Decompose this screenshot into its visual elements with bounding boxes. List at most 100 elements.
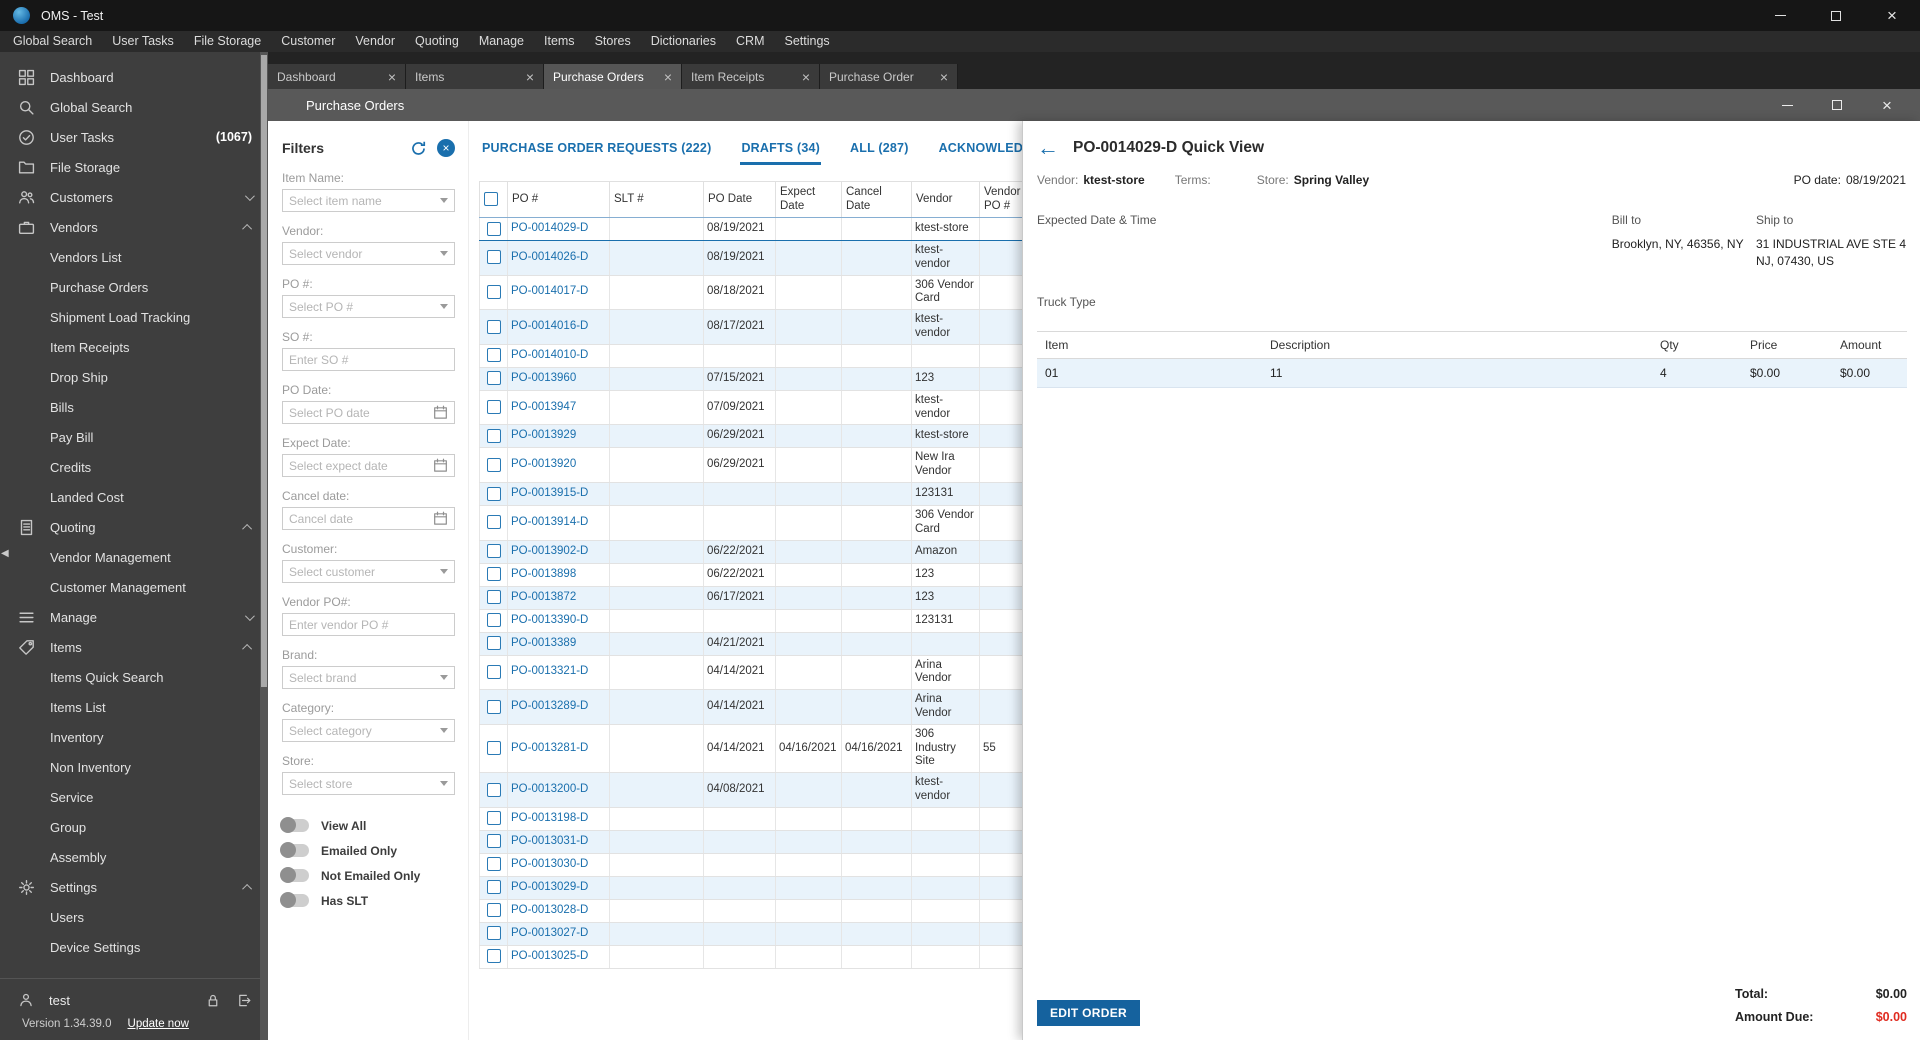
po-number-link[interactable]: PO-0013929 <box>511 429 576 441</box>
sidebar-item-non-inventory[interactable]: Non Inventory <box>0 752 268 782</box>
menu-items[interactable]: Items <box>534 31 585 52</box>
sidebar-item-items[interactable]: Items <box>0 632 268 662</box>
calendar-icon[interactable] <box>433 458 448 473</box>
sidebar-item-assembly[interactable]: Assembly <box>0 842 268 872</box>
menu-global-search[interactable]: Global Search <box>3 31 102 52</box>
calendar-icon[interactable] <box>433 511 448 526</box>
tab-purchase-orders[interactable]: Purchase Orders × <box>544 64 682 89</box>
toggle-switch-icon[interactable] <box>280 817 309 833</box>
po-number-link[interactable]: PO-0014010-D <box>511 349 588 361</box>
sidebar-item-file-storage[interactable]: File Storage <box>0 152 268 182</box>
filter-input-cancel-date[interactable] <box>289 511 429 526</box>
subwindow-close-button[interactable]: × <box>1862 89 1912 121</box>
sidebar-item-shipment-load-tracking[interactable]: Shipment Load Tracking <box>0 302 268 332</box>
filter-input-expect-date[interactable] <box>289 458 429 473</box>
filter-input-category[interactable] <box>289 723 436 738</box>
toggle-switch-icon[interactable] <box>280 842 309 858</box>
row-checkbox[interactable] <box>486 811 501 826</box>
toggle-not-emailed-only[interactable]: Not Emailed Only <box>280 863 455 888</box>
menu-file-storage[interactable]: File Storage <box>184 31 271 52</box>
column-header-slt[interactable]: SLT # <box>609 181 704 218</box>
row-checkbox[interactable] <box>486 903 501 918</box>
maximize-button[interactable] <box>1808 0 1864 31</box>
row-checkbox[interactable] <box>486 926 501 941</box>
sidebar-item-user-tasks[interactable]: User Tasks (1067) <box>0 122 268 152</box>
po-number-link[interactable]: PO-0013898 <box>511 568 576 580</box>
row-checkbox[interactable] <box>486 636 501 651</box>
tab-close-icon[interactable]: × <box>934 69 948 85</box>
clear-filters-icon[interactable]: × <box>437 139 455 157</box>
filter-input-vendor-po[interactable] <box>289 617 448 632</box>
po-number-link[interactable]: PO-0013390-D <box>511 614 588 626</box>
logout-icon[interactable] <box>236 993 252 1008</box>
sidebar-scrollbar-thumb[interactable] <box>261 55 267 688</box>
toggle-emailed-only[interactable]: Emailed Only <box>280 838 455 863</box>
sidebar-item-vendor-management[interactable]: Vendor Management <box>0 542 268 572</box>
close-button[interactable]: × <box>1864 0 1920 31</box>
row-checkbox[interactable] <box>486 284 501 299</box>
filter-input-vendor[interactable] <box>289 246 436 261</box>
row-checkbox[interactable] <box>486 949 501 964</box>
po-number-link[interactable]: PO-0013960 <box>511 372 576 384</box>
filter-input-brand[interactable] <box>289 670 436 685</box>
tab-close-icon[interactable]: × <box>796 69 810 85</box>
filter-input-customer[interactable] <box>289 564 436 579</box>
row-checkbox[interactable] <box>486 834 501 849</box>
toggle-switch-icon[interactable] <box>280 892 309 908</box>
sidebar-item-users[interactable]: Users <box>0 902 268 932</box>
po-number-link[interactable]: PO-0013198-D <box>511 812 588 824</box>
back-arrow-icon[interactable]: ← <box>1037 137 1059 159</box>
row-checkbox[interactable] <box>486 544 501 559</box>
calendar-icon[interactable] <box>433 405 448 420</box>
row-checkbox[interactable] <box>486 613 501 628</box>
filter-expect-date-input[interactable] <box>282 454 455 477</box>
sidebar-item-settings[interactable]: Settings <box>0 872 268 902</box>
filter-store-input[interactable] <box>282 772 455 795</box>
row-checkbox[interactable] <box>486 699 501 714</box>
column-header-cancel-date[interactable]: Cancel Date <box>841 181 912 218</box>
po-number-link[interactable]: PO-0013289-D <box>511 700 588 712</box>
filter-input-po-date[interactable] <box>289 405 429 420</box>
toggle-switch-icon[interactable] <box>280 867 309 883</box>
row-checkbox[interactable] <box>486 857 501 872</box>
filter-category-input[interactable] <box>282 719 455 742</box>
po-tab-purchase-order-requests-222[interactable]: PURCHASE ORDER REQUESTS (222) <box>481 135 712 165</box>
tab-close-icon[interactable]: × <box>382 69 396 85</box>
sidebar-item-customer-management[interactable]: Customer Management <box>0 572 268 602</box>
filter-po-date-input[interactable] <box>282 401 455 424</box>
row-checkbox[interactable] <box>486 664 501 679</box>
po-number-link[interactable]: PO-0013872 <box>511 591 576 603</box>
filter-customer-input[interactable] <box>282 560 455 583</box>
column-header-po-date[interactable]: PO Date <box>703 181 776 218</box>
filter-vendor-input[interactable] <box>282 242 455 265</box>
tab-item-receipts[interactable]: Item Receipts × <box>682 64 820 89</box>
row-checkbox[interactable] <box>486 486 501 501</box>
po-tab-drafts-34[interactable]: DRAFTS (34) <box>740 135 822 165</box>
row-checkbox[interactable] <box>486 782 501 797</box>
row-checkbox[interactable] <box>486 428 501 443</box>
sidebar-item-quoting[interactable]: Quoting <box>0 512 268 542</box>
sidebar-item-device-settings[interactable]: Device Settings <box>0 932 268 962</box>
menu-manage[interactable]: Manage <box>469 31 534 52</box>
tab-items[interactable]: Items × <box>406 64 544 89</box>
sidebar-scrollbar[interactable] <box>260 52 268 1040</box>
column-header-po[interactable]: PO # <box>507 181 610 218</box>
menu-vendor[interactable]: Vendor <box>345 31 405 52</box>
row-checkbox[interactable] <box>486 400 501 415</box>
menu-customer[interactable]: Customer <box>271 31 345 52</box>
po-number-link[interactable]: PO-0013031-D <box>511 835 588 847</box>
sidebar-item-global-search[interactable]: Global Search <box>0 92 268 122</box>
row-checkbox[interactable] <box>486 371 501 386</box>
po-number-link[interactable]: PO-0013028-D <box>511 904 588 916</box>
column-header-expect-date[interactable]: Expect Date <box>775 181 842 218</box>
update-now-link[interactable]: Update now <box>128 1018 189 1030</box>
po-number-link[interactable]: PO-0013920 <box>511 458 576 470</box>
filter-input-po[interactable] <box>289 299 436 314</box>
tab-close-icon[interactable]: × <box>520 69 534 85</box>
filter-item-name-input[interactable] <box>282 189 455 212</box>
po-number-link[interactable]: PO-0014016-D <box>511 320 588 332</box>
edit-order-button[interactable]: EDIT ORDER <box>1037 1000 1141 1026</box>
po-number-link[interactable]: PO-0013902-D <box>511 545 588 557</box>
filter-input-store[interactable] <box>289 776 436 791</box>
po-number-link[interactable]: PO-0013025-D <box>511 950 588 962</box>
